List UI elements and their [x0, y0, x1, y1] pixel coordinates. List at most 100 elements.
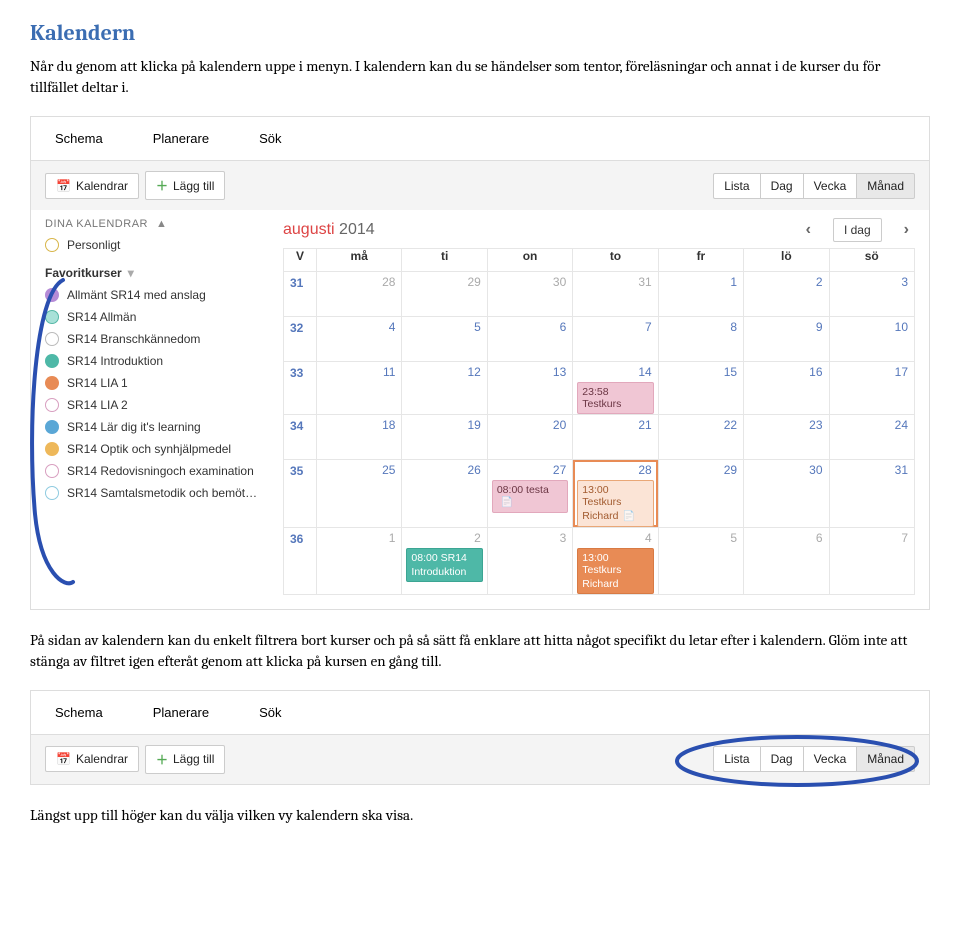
tab-schema[interactable]: Schema: [55, 131, 103, 146]
calendar-event[interactable]: 08:00 SR14Introduktion: [406, 548, 482, 582]
view-manad[interactable]: Månad: [857, 173, 915, 199]
day-cell[interactable]: 7: [829, 527, 914, 594]
day-cell[interactable]: 5: [402, 317, 487, 362]
day-cell[interactable]: 11: [317, 362, 402, 415]
calendar-event[interactable]: 08:00 testa📄: [492, 480, 568, 513]
tabs-row: Schema Planerare Sök: [31, 117, 929, 161]
day-cell[interactable]: 1: [317, 527, 402, 594]
view-manad-2[interactable]: Månad: [857, 746, 915, 772]
chevron-down-icon: ▾: [128, 266, 134, 280]
calendars-button-2[interactable]: 📅 Kalendrar: [45, 746, 139, 772]
day-cell[interactable]: 21: [573, 415, 658, 460]
calendar-icon-2: 📅: [56, 752, 71, 766]
calendar-event[interactable]: 23:58 Testkurs: [577, 382, 653, 414]
day-cell[interactable]: 22: [658, 415, 743, 460]
day-cell[interactable]: 31: [573, 272, 658, 317]
day-number: 10: [895, 320, 908, 334]
sidebar-course-item[interactable]: SR14 Optik och synhjälpmedel: [45, 438, 263, 460]
add-button[interactable]: ＋ Lägg till: [145, 171, 225, 200]
sidebar-course-item[interactable]: SR14 Redovisningoch examination: [45, 460, 263, 482]
day-cell[interactable]: 3: [829, 272, 914, 317]
view-dag-2[interactable]: Dag: [761, 746, 804, 772]
view-lista[interactable]: Lista: [713, 173, 760, 199]
day-cell[interactable]: 28: [317, 272, 402, 317]
day-cell[interactable]: 208:00 SR14Introduktion: [402, 527, 487, 594]
view-lista-2[interactable]: Lista: [713, 746, 760, 772]
day-number: 2: [816, 275, 823, 289]
day-cell[interactable]: 31: [829, 460, 914, 528]
calendar-event[interactable]: 13:00 TestkursRichard📄: [577, 480, 653, 527]
day-cell[interactable]: 7: [573, 317, 658, 362]
sidebar-course-item[interactable]: SR14 Allmän: [45, 306, 263, 328]
tab-sok-2[interactable]: Sök: [259, 705, 281, 720]
day-cell[interactable]: 30: [487, 272, 572, 317]
day-cell[interactable]: 26: [402, 460, 487, 528]
view-dag[interactable]: Dag: [761, 173, 804, 199]
today-button[interactable]: I dag: [833, 218, 882, 242]
prev-month[interactable]: ‹: [800, 219, 817, 241]
day-cell[interactable]: 23: [744, 415, 829, 460]
day-number: 19: [467, 418, 480, 432]
day-cell[interactable]: 16: [744, 362, 829, 415]
day-cell[interactable]: 2708:00 testa📄: [487, 460, 572, 528]
day-cell[interactable]: 13: [487, 362, 572, 415]
month-year: 2014: [339, 221, 375, 238]
sidebar-course-item[interactable]: SR14 Lär dig it's learning: [45, 416, 263, 438]
day-number: 1: [389, 531, 396, 545]
day-cell[interactable]: 29: [658, 460, 743, 528]
sidebar-course-item[interactable]: SR14 Samtalsmetodik och bemöt…: [45, 482, 263, 504]
tab-schema-2[interactable]: Schema: [55, 705, 103, 720]
month-header: augusti 2014 ‹ I dag ›: [283, 218, 915, 242]
day-cell[interactable]: 5: [658, 527, 743, 594]
tab-planerare[interactable]: Planerare: [153, 131, 209, 146]
day-cell[interactable]: 19: [402, 415, 487, 460]
view-vecka-2[interactable]: Vecka: [804, 746, 858, 772]
day-cell[interactable]: 24: [829, 415, 914, 460]
week-number-cell: 31: [284, 272, 317, 317]
add-button-2[interactable]: ＋ Lägg till: [145, 745, 225, 774]
sidebar-personal[interactable]: Personligt: [45, 234, 263, 256]
calendars-button[interactable]: 📅 Kalendrar: [45, 173, 139, 199]
tab-sok[interactable]: Sök: [259, 131, 281, 146]
day-number: 25: [382, 463, 395, 477]
next-month[interactable]: ›: [898, 219, 915, 241]
view-vecka[interactable]: Vecka: [804, 173, 858, 199]
day-cell[interactable]: 413:00 TestkursRichard: [573, 527, 658, 594]
day-number: 11: [383, 365, 395, 379]
collapse-icon[interactable]: ▲: [156, 218, 167, 230]
week-number: 31: [290, 276, 303, 290]
day-cell[interactable]: 1: [658, 272, 743, 317]
sidebar-course-item[interactable]: SR14 Introduktion: [45, 350, 263, 372]
day-cell[interactable]: 2: [744, 272, 829, 317]
day-cell[interactable]: 30: [744, 460, 829, 528]
calendar-sidebar: DINA KALENDRAR ▲ Personligt Favoritkurse…: [31, 210, 273, 609]
day-cell[interactable]: 4: [317, 317, 402, 362]
sidebar-course-item[interactable]: SR14 LIA 1: [45, 372, 263, 394]
day-cell[interactable]: 12: [402, 362, 487, 415]
day-cell[interactable]: 28 13:00 TestkursRichard📄: [573, 460, 658, 528]
doc-paragraph-3: Längst upp till höger kan du välja vilke…: [30, 805, 930, 826]
day-cell[interactable]: 1423:58 Testkurs: [573, 362, 658, 415]
day-number: 6: [560, 320, 567, 334]
day-cell[interactable]: 9: [744, 317, 829, 362]
day-cell[interactable]: 10: [829, 317, 914, 362]
day-cell[interactable]: 6: [744, 527, 829, 594]
day-cell[interactable]: 20: [487, 415, 572, 460]
sidebar-course-item[interactable]: SR14 LIA 2: [45, 394, 263, 416]
day-cell[interactable]: 6: [487, 317, 572, 362]
day-cell[interactable]: 29: [402, 272, 487, 317]
doc-paragraph-1: Når du genom att klicka på kalendern upp…: [30, 56, 930, 98]
sidebar-course-item[interactable]: SR14 Branschkännedom: [45, 328, 263, 350]
tab-planerare-2[interactable]: Planerare: [153, 705, 209, 720]
day-number: 28: [638, 463, 651, 477]
day-cell[interactable]: 8: [658, 317, 743, 362]
sidebar-fav-title[interactable]: Favoritkurser ▾: [45, 266, 263, 280]
week-number-cell: 34: [284, 415, 317, 460]
day-cell[interactable]: 3: [487, 527, 572, 594]
sidebar-course-item[interactable]: Allmänt SR14 med anslag: [45, 284, 263, 306]
day-cell[interactable]: 18: [317, 415, 402, 460]
day-cell[interactable]: 17: [829, 362, 914, 415]
day-cell[interactable]: 15: [658, 362, 743, 415]
day-cell[interactable]: 25: [317, 460, 402, 528]
calendar-event[interactable]: 13:00 TestkursRichard: [577, 548, 653, 594]
